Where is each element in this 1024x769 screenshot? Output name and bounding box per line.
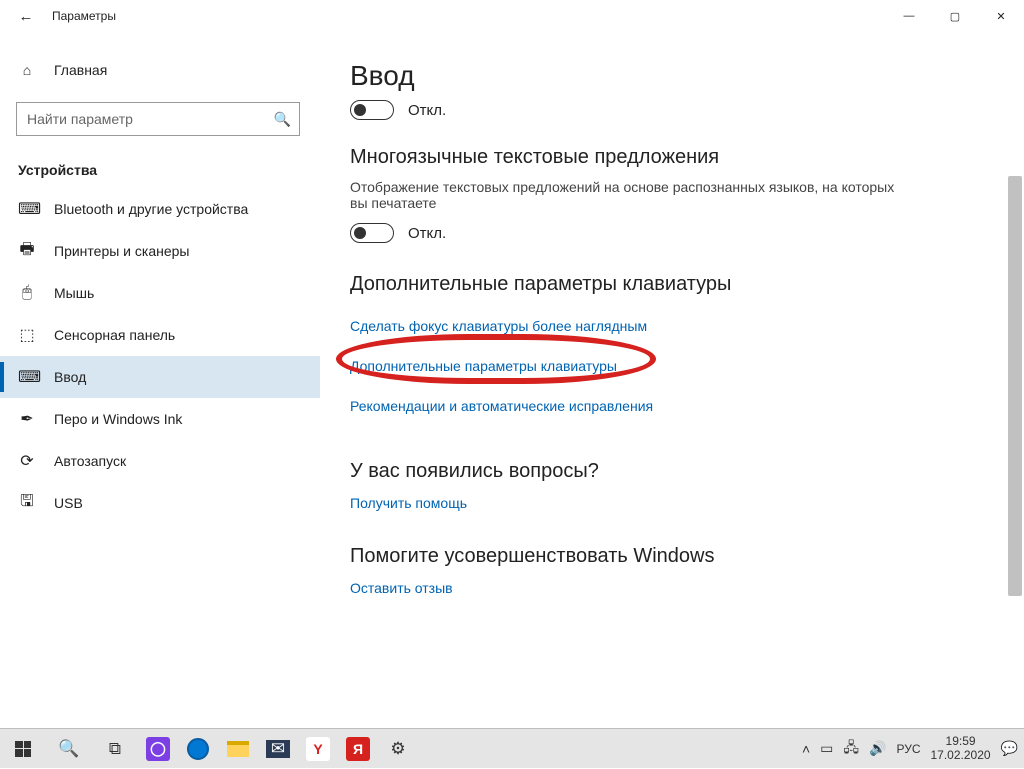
taskbar-mail[interactable]: ✉ xyxy=(258,729,298,769)
sidebar-item-6[interactable]: ⟳ Автозапуск xyxy=(0,440,320,482)
sidebar-item-4[interactable]: ⌨ Ввод xyxy=(0,356,320,398)
taskbar-settings[interactable]: ⚙ xyxy=(378,729,418,769)
close-button[interactable]: ✕ xyxy=(978,0,1024,32)
back-button[interactable]: ← xyxy=(14,8,38,25)
taskbar-edge[interactable] xyxy=(178,729,218,769)
nav-icon: ⌨ xyxy=(18,367,36,387)
taskbar-yandex-2[interactable]: Я xyxy=(338,729,378,769)
taskbar-search[interactable]: 🔍 xyxy=(46,729,92,769)
nav-icon: ⬚ xyxy=(18,325,36,345)
sidebar-item-5[interactable]: ✒ Перо и Windows Ink xyxy=(0,398,320,440)
nav-icon: 🖶 xyxy=(18,238,36,265)
sidebar-item-label: Перо и Windows Ink xyxy=(54,411,182,427)
taskbar-yandex-1[interactable]: Y xyxy=(298,729,338,769)
search-input[interactable]: Найти параметр 🔍 xyxy=(16,102,300,136)
tray-network-icon[interactable]: 🖧 xyxy=(843,737,859,761)
sidebar-item-label: Bluetooth и другие устройства xyxy=(54,201,248,217)
sidebar-section-label: Устройства xyxy=(18,162,320,178)
sidebar-item-label: USB xyxy=(54,495,83,511)
section-multilang-heading: Многоязычные текстовые предложения xyxy=(350,146,994,169)
sidebar-item-7[interactable]: 🖫 USB xyxy=(0,482,320,524)
toggle-multilang-label: Откл. xyxy=(408,225,446,242)
taskbar-taskview[interactable]: ⧉ xyxy=(92,729,138,769)
content-area: Ввод Откл. Многоязычные текстовые предло… xyxy=(320,32,1024,728)
system-tray: ˄ ▭ 🖧 🔊 РУС 19:59 17.02.2020 💬 xyxy=(802,735,1024,763)
section-help-heading: У вас появились вопросы? xyxy=(350,460,994,483)
section-keyboard-heading: Дополнительные параметры клавиатуры xyxy=(350,273,994,296)
section-feedback-heading: Помогите усовершенствовать Windows xyxy=(350,545,994,568)
titlebar: ← Параметры — ▢ ✕ xyxy=(0,0,1024,32)
sidebar-item-3[interactable]: ⬚ Сенсорная панель xyxy=(0,314,320,356)
sidebar-item-label: Ввод xyxy=(54,369,86,385)
windows-logo-icon xyxy=(15,741,31,757)
taskbar: 🔍 ⧉ ◯ ✉ Y Я ⚙ ˄ ▭ 🖧 🔊 РУС 19:59 17.02.20… xyxy=(0,728,1024,768)
sidebar-item-2[interactable]: 🖱 Мышь xyxy=(0,272,320,314)
sidebar-item-label: Принтеры и сканеры xyxy=(54,243,189,259)
tray-notifications-icon[interactable]: 💬 xyxy=(1001,740,1018,757)
tray-clock[interactable]: 19:59 17.02.2020 xyxy=(931,735,991,763)
sidebar: ⌂ Главная Найти параметр 🔍 Устройства ⌨ B… xyxy=(0,32,320,728)
sidebar-item-1[interactable]: 🖶 Принтеры и сканеры xyxy=(0,230,320,272)
taskbar-explorer[interactable] xyxy=(218,729,258,769)
tray-battery-icon[interactable]: ▭ xyxy=(820,740,833,757)
sidebar-item-label: Мышь xyxy=(54,285,94,301)
section-multilang-desc: Отображение текстовых предложений на осн… xyxy=(350,179,910,211)
minimize-button[interactable]: — xyxy=(886,0,932,32)
sidebar-home-label: Главная xyxy=(54,62,107,78)
link-keyboard-1[interactable]: Дополнительные параметры клавиатуры xyxy=(350,358,617,374)
window-title: Параметры xyxy=(52,9,116,23)
maximize-button[interactable]: ▢ xyxy=(932,0,978,32)
sidebar-item-label: Автозапуск xyxy=(54,453,126,469)
start-button[interactable] xyxy=(0,729,46,769)
link-keyboard-2[interactable]: Рекомендации и автоматические исправлени… xyxy=(350,398,653,414)
taskbar-app-1[interactable]: ◯ xyxy=(138,729,178,769)
sidebar-home[interactable]: ⌂ Главная xyxy=(0,50,320,90)
link-get-help[interactable]: Получить помощь xyxy=(350,495,994,511)
link-keyboard-0[interactable]: Сделать фокус клавиатуры более наглядным xyxy=(350,318,647,334)
page-title: Ввод xyxy=(350,60,994,92)
toggle-multilang[interactable] xyxy=(350,223,394,243)
link-feedback[interactable]: Оставить отзыв xyxy=(350,580,994,596)
nav-icon: 🖱 xyxy=(18,284,36,302)
search-placeholder: Найти параметр xyxy=(27,111,133,127)
tray-chevron-icon[interactable]: ˄ xyxy=(802,741,810,757)
nav-icon: 🖫 xyxy=(18,490,36,517)
toggle-1-label: Откл. xyxy=(408,102,446,119)
nav-icon: ⟳ xyxy=(18,451,36,471)
tray-volume-icon[interactable]: 🔊 xyxy=(869,740,886,757)
nav-icon: ⌨ xyxy=(18,199,36,219)
sidebar-item-0[interactable]: ⌨ Bluetooth и другие устройства xyxy=(0,188,320,230)
search-icon: 🔍 xyxy=(274,111,291,128)
home-icon: ⌂ xyxy=(18,62,36,78)
nav-icon: ✒ xyxy=(18,409,36,429)
scrollbar[interactable] xyxy=(1008,66,1022,720)
sidebar-item-label: Сенсорная панель xyxy=(54,327,175,343)
toggle-1[interactable] xyxy=(350,100,394,120)
tray-language[interactable]: РУС xyxy=(896,742,920,756)
